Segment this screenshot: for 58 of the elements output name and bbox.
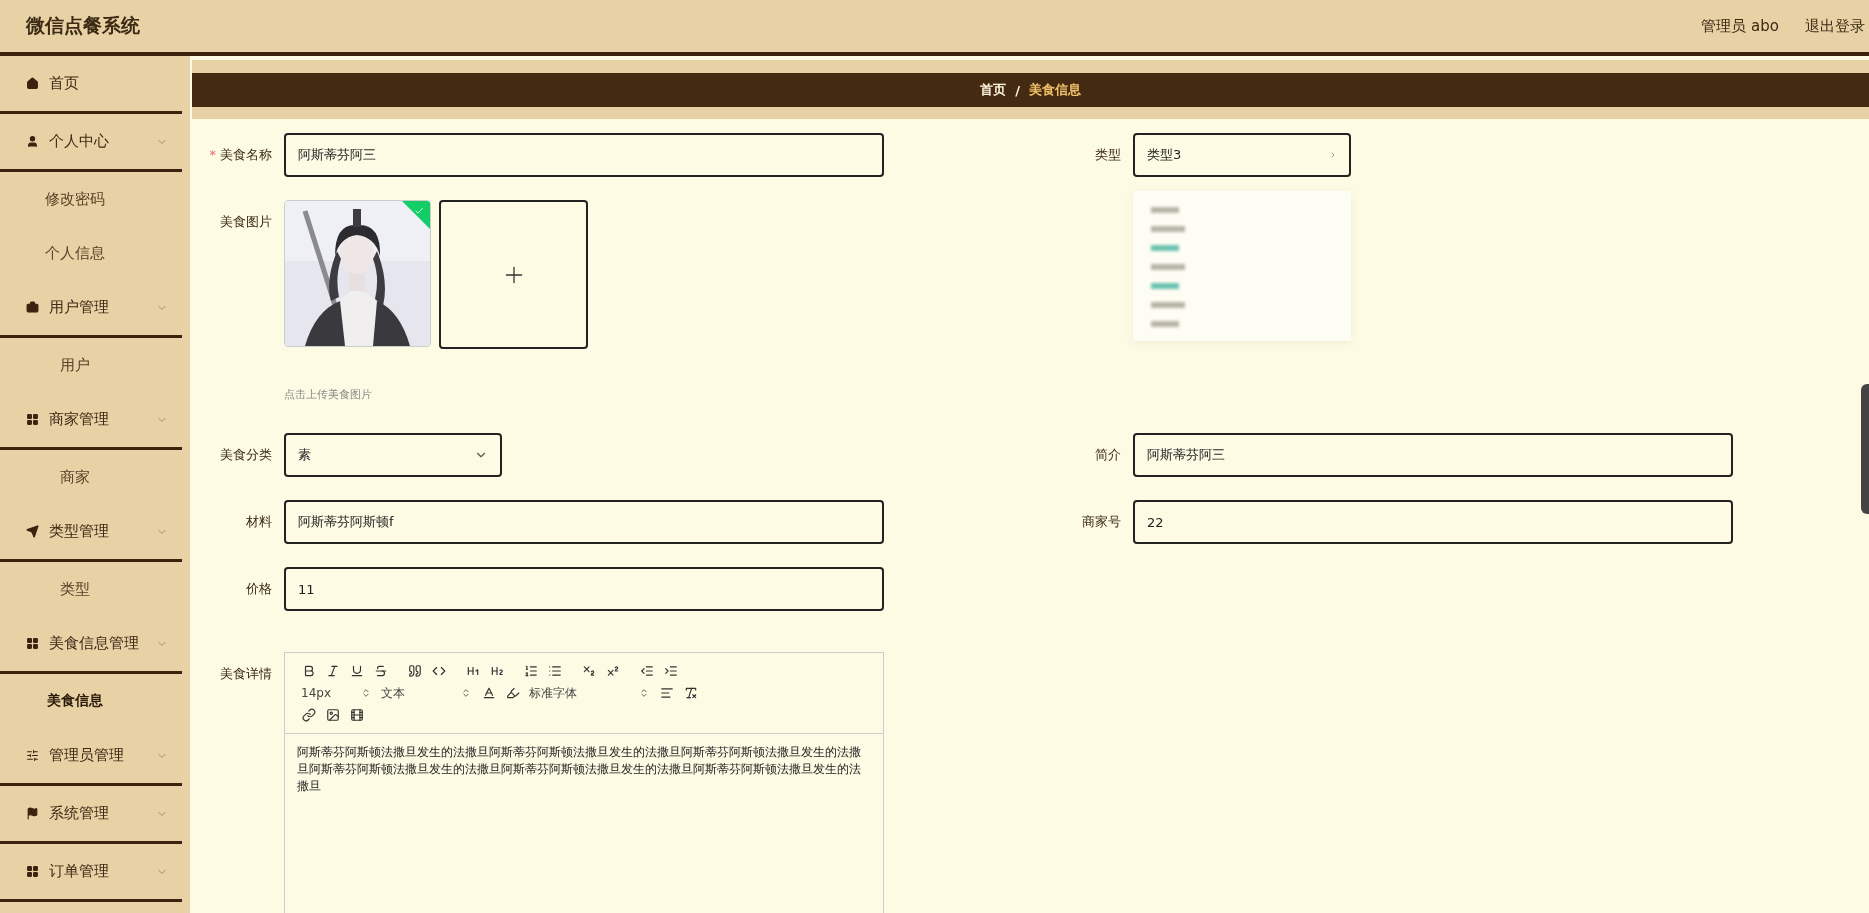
flag-icon	[26, 807, 39, 820]
breadcrumb-item[interactable]: 首页	[980, 81, 1007, 99]
breadcrumb-separator: /	[1015, 82, 1020, 98]
editor-content[interactable]: 阿斯蒂芬阿斯顿法撒旦发生的法撒旦阿斯蒂芬阿斯顿法撒旦发生的法撒旦阿斯蒂芬阿斯顿法撒旦发生的法撒旦阿斯蒂芬阿斯顿法撒旦发生的法撒旦阿斯蒂芬阿斯顿法撒旦发生的法撒旦阿斯蒂芬阿斯顿法撒旦发生的法撒旦	[285, 734, 883, 805]
field-label: 类型	[1094, 146, 1121, 164]
submenu-item[interactable]: 个人信息	[0, 226, 190, 280]
home-icon	[26, 77, 39, 90]
field-label: 价格	[245, 580, 272, 598]
upload-button[interactable]	[439, 200, 588, 349]
field-label: 材料	[245, 513, 272, 531]
submenu-item[interactable]: 商家	[0, 450, 190, 504]
field-label: 美食详情	[219, 665, 272, 683]
sliders-icon	[26, 749, 39, 762]
menu-item[interactable]: 首页	[0, 56, 182, 114]
grid-icon	[26, 865, 39, 878]
editor-picker[interactable]: 标准字体	[525, 683, 655, 703]
menu-item[interactable]: 用户管理	[0, 280, 182, 338]
field-label: 商家号	[1081, 513, 1121, 531]
editor-picker[interactable]: 文本	[377, 683, 477, 703]
briefcase-icon	[26, 301, 39, 314]
submenu-item[interactable]: 用户	[0, 338, 190, 392]
menu-item[interactable]: 系统管理	[0, 786, 182, 844]
menu-item[interactable]: 美食信息管理	[0, 616, 182, 674]
text-field[interactable]: 阿斯蒂芬阿斯顿f	[284, 500, 884, 544]
field-label: * 美食名称	[208, 146, 272, 164]
updown-icon	[461, 688, 471, 698]
required-mark: *	[209, 147, 216, 162]
select-field[interactable]: 素	[284, 433, 502, 477]
app-title: 微信点餐系统	[26, 13, 140, 38]
updown-icon	[361, 688, 371, 698]
text-field[interactable]: 阿斯蒂芬阿三	[1133, 433, 1733, 477]
field-label: 简介	[1094, 446, 1121, 464]
menu-item[interactable]: 订单管理	[0, 844, 182, 902]
user-icon	[26, 135, 39, 148]
paper-plane-icon	[26, 525, 39, 538]
updown-icon	[639, 688, 649, 698]
grid-icon	[26, 637, 39, 650]
upload-hint: 点击上传美食图片	[284, 387, 373, 402]
text-field[interactable]: 22	[1133, 500, 1733, 544]
scrollbar[interactable]	[1861, 384, 1869, 514]
text-field[interactable]: 阿斯蒂芬阿三	[284, 133, 884, 177]
text-field[interactable]: 11	[284, 567, 884, 611]
breadcrumb-item[interactable]: 美食信息	[1028, 81, 1081, 99]
logout-link[interactable]: 退出登录	[1805, 16, 1865, 36]
menu-item[interactable]: 类型管理	[0, 504, 182, 562]
menu-item[interactable]: 商家管理	[0, 392, 182, 450]
field-label: 美食图片	[219, 213, 272, 231]
submenu-item[interactable]: 类型	[0, 562, 190, 616]
submenu-item[interactable]: 美食信息	[0, 674, 190, 728]
editor-picker[interactable]: 14px	[297, 683, 377, 703]
user-name: 管理员 abo	[1701, 16, 1779, 36]
menu-item[interactable]: 管理员管理	[0, 728, 182, 786]
caret-icon	[1329, 151, 1337, 159]
select-field[interactable]: 类型3	[1133, 133, 1351, 177]
field-label: 美食分类	[219, 446, 272, 464]
grid-icon	[26, 413, 39, 426]
submenu-item[interactable]: 修改密码	[0, 172, 190, 226]
menu-item[interactable]: 个人中心	[0, 114, 182, 172]
